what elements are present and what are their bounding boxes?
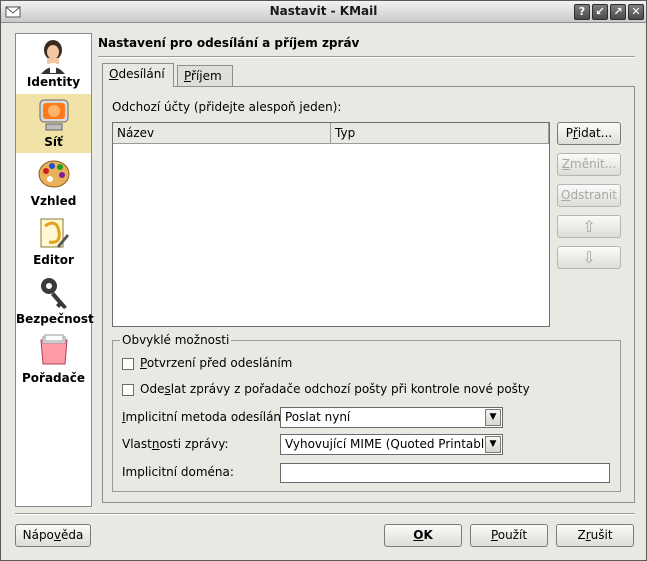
- label-text: lat zprávy z pořadače odchozí pošty při …: [170, 382, 530, 396]
- tab-receiving[interactable]: Příjem: [177, 65, 233, 87]
- minimize-icon[interactable]: ↙: [592, 4, 608, 20]
- sidebar-item-identity[interactable]: Identity: [16, 34, 91, 93]
- button-text: oužít: [497, 528, 528, 542]
- button-text: dstranit: [570, 188, 617, 202]
- tab-label-mnemonic: P: [184, 69, 192, 83]
- tab-label: desílání: [118, 67, 165, 81]
- button-text: ušit: [590, 528, 613, 542]
- button-text: Z: [577, 528, 586, 542]
- button-text: K: [423, 528, 433, 542]
- move-up-button[interactable]: ⇧: [557, 215, 621, 238]
- sidebar-item-security[interactable]: Bezpečnost: [16, 271, 94, 330]
- folders-icon: [40, 334, 68, 365]
- help-button[interactable]: Nápověda: [15, 524, 91, 547]
- ok-button[interactable]: OK: [384, 524, 462, 547]
- send-method-select[interactable]: Poslat nyní ▼: [280, 407, 503, 428]
- palette-icon: [38, 160, 70, 188]
- sidebar-item-network[interactable]: Síť: [16, 94, 91, 153]
- label-text: Vlast: [122, 437, 152, 451]
- default-domain-input[interactable]: [280, 463, 610, 483]
- column-header-type[interactable]: Typ: [331, 123, 549, 144]
- accounts-label: Odchozí účty (přidejte alespoň jeden):: [112, 100, 342, 114]
- add-account-button[interactable]: Přidat...: [557, 122, 621, 145]
- button-text: měnit...: [570, 157, 617, 171]
- button-mnemonic: P: [490, 528, 498, 542]
- confirm-before-send-checkbox[interactable]: [122, 358, 134, 370]
- sidebar-item-folders[interactable]: Pořadače: [16, 330, 91, 389]
- sidebar-item-appearance[interactable]: Vzhled: [16, 153, 91, 212]
- apply-button[interactable]: Použít: [470, 524, 548, 547]
- confirm-before-send-label[interactable]: Potvrzení před odesláním: [140, 356, 292, 370]
- settings-dialog: Nastavit - KMail ? ↙ ↗ ✕ Identity Síť Vz…: [0, 0, 647, 561]
- button-mnemonic: O: [413, 528, 424, 542]
- outgoing-accounts-list[interactable]: Název Typ: [112, 122, 550, 327]
- sidebar-item-label: Pořadače: [22, 371, 85, 385]
- sidebar: Identity Síť Vzhled Editor Bezpečnost Po…: [15, 33, 94, 507]
- tab-label: říjem: [191, 69, 222, 83]
- button-mnemonic: v: [53, 528, 62, 542]
- sidebar-item-label: Identity: [26, 75, 81, 89]
- message-properties-select[interactable]: Vyhovující MIME (Quoted Printable) ▼: [280, 434, 503, 455]
- chevron-down-icon[interactable]: ▼: [485, 409, 501, 426]
- sidebar-item-label: Vzhled: [30, 194, 77, 208]
- move-down-button[interactable]: ⇩: [557, 246, 621, 269]
- column-header-name[interactable]: Název: [113, 123, 331, 144]
- sidebar-item-label: Síť: [44, 135, 63, 149]
- help-icon[interactable]: ?: [574, 4, 590, 20]
- key-icon: [41, 278, 67, 309]
- default-domain-label: Implicitní doména:: [122, 465, 234, 479]
- window-title: Nastavit - KMail: [269, 4, 378, 18]
- identity-person-icon: [41, 40, 65, 74]
- page-title: Nastavení pro odesílání a příjem zpráv: [98, 36, 360, 50]
- send-method-label: Implicitní metoda odesílání:: [122, 410, 288, 424]
- sidebar-item-label: Editor: [33, 253, 74, 267]
- sidebar-item-label: Bezpečnost: [16, 312, 94, 326]
- arrow-down-icon: ⇩: [582, 248, 596, 267]
- group-title: Obvyklé možnosti: [120, 333, 232, 347]
- label-text: osti zprávy:: [159, 437, 229, 451]
- editor-icon: [40, 218, 69, 248]
- maximize-icon[interactable]: ↗: [610, 4, 626, 20]
- button-text: Nápo: [22, 528, 54, 542]
- change-account-button[interactable]: Změnit...: [557, 153, 621, 176]
- cancel-button[interactable]: Zrušit: [556, 524, 634, 547]
- label-text: Ode: [140, 382, 165, 396]
- arrow-up-icon: ⇧: [582, 217, 596, 236]
- select-value: Vyhovující MIME (Quoted Printable): [285, 437, 497, 451]
- button-text: P: [565, 126, 573, 140]
- close-icon[interactable]: ✕: [628, 4, 644, 20]
- chevron-down-icon[interactable]: ▼: [485, 436, 501, 453]
- label-text: mplicitní metoda odesílání:: [125, 410, 289, 424]
- network-icon: [39, 99, 69, 131]
- button-text: idat...: [577, 126, 613, 140]
- select-value: Poslat nyní: [285, 410, 351, 424]
- tab-sending[interactable]: Odesílání: [102, 63, 174, 87]
- titlebar[interactable]: Nastavit - KMail ? ↙ ↗ ✕: [1, 1, 646, 23]
- message-properties-label: Vlastnosti zprávy:: [122, 437, 229, 451]
- send-on-check-checkbox[interactable]: [122, 384, 134, 396]
- button-mnemonic: Z: [561, 157, 571, 171]
- divider: [98, 56, 635, 58]
- remove-account-button[interactable]: Odstranit: [557, 184, 621, 207]
- label-text: otvrzení před odesláním: [146, 356, 293, 370]
- button-text: ěda: [61, 528, 84, 542]
- divider: [15, 513, 635, 515]
- send-on-check-label[interactable]: Odeslat zprávy z pořadače odchozí pošty …: [140, 382, 530, 396]
- label-mnemonic: P: [140, 356, 147, 370]
- sidebar-item-editor[interactable]: Editor: [16, 212, 91, 271]
